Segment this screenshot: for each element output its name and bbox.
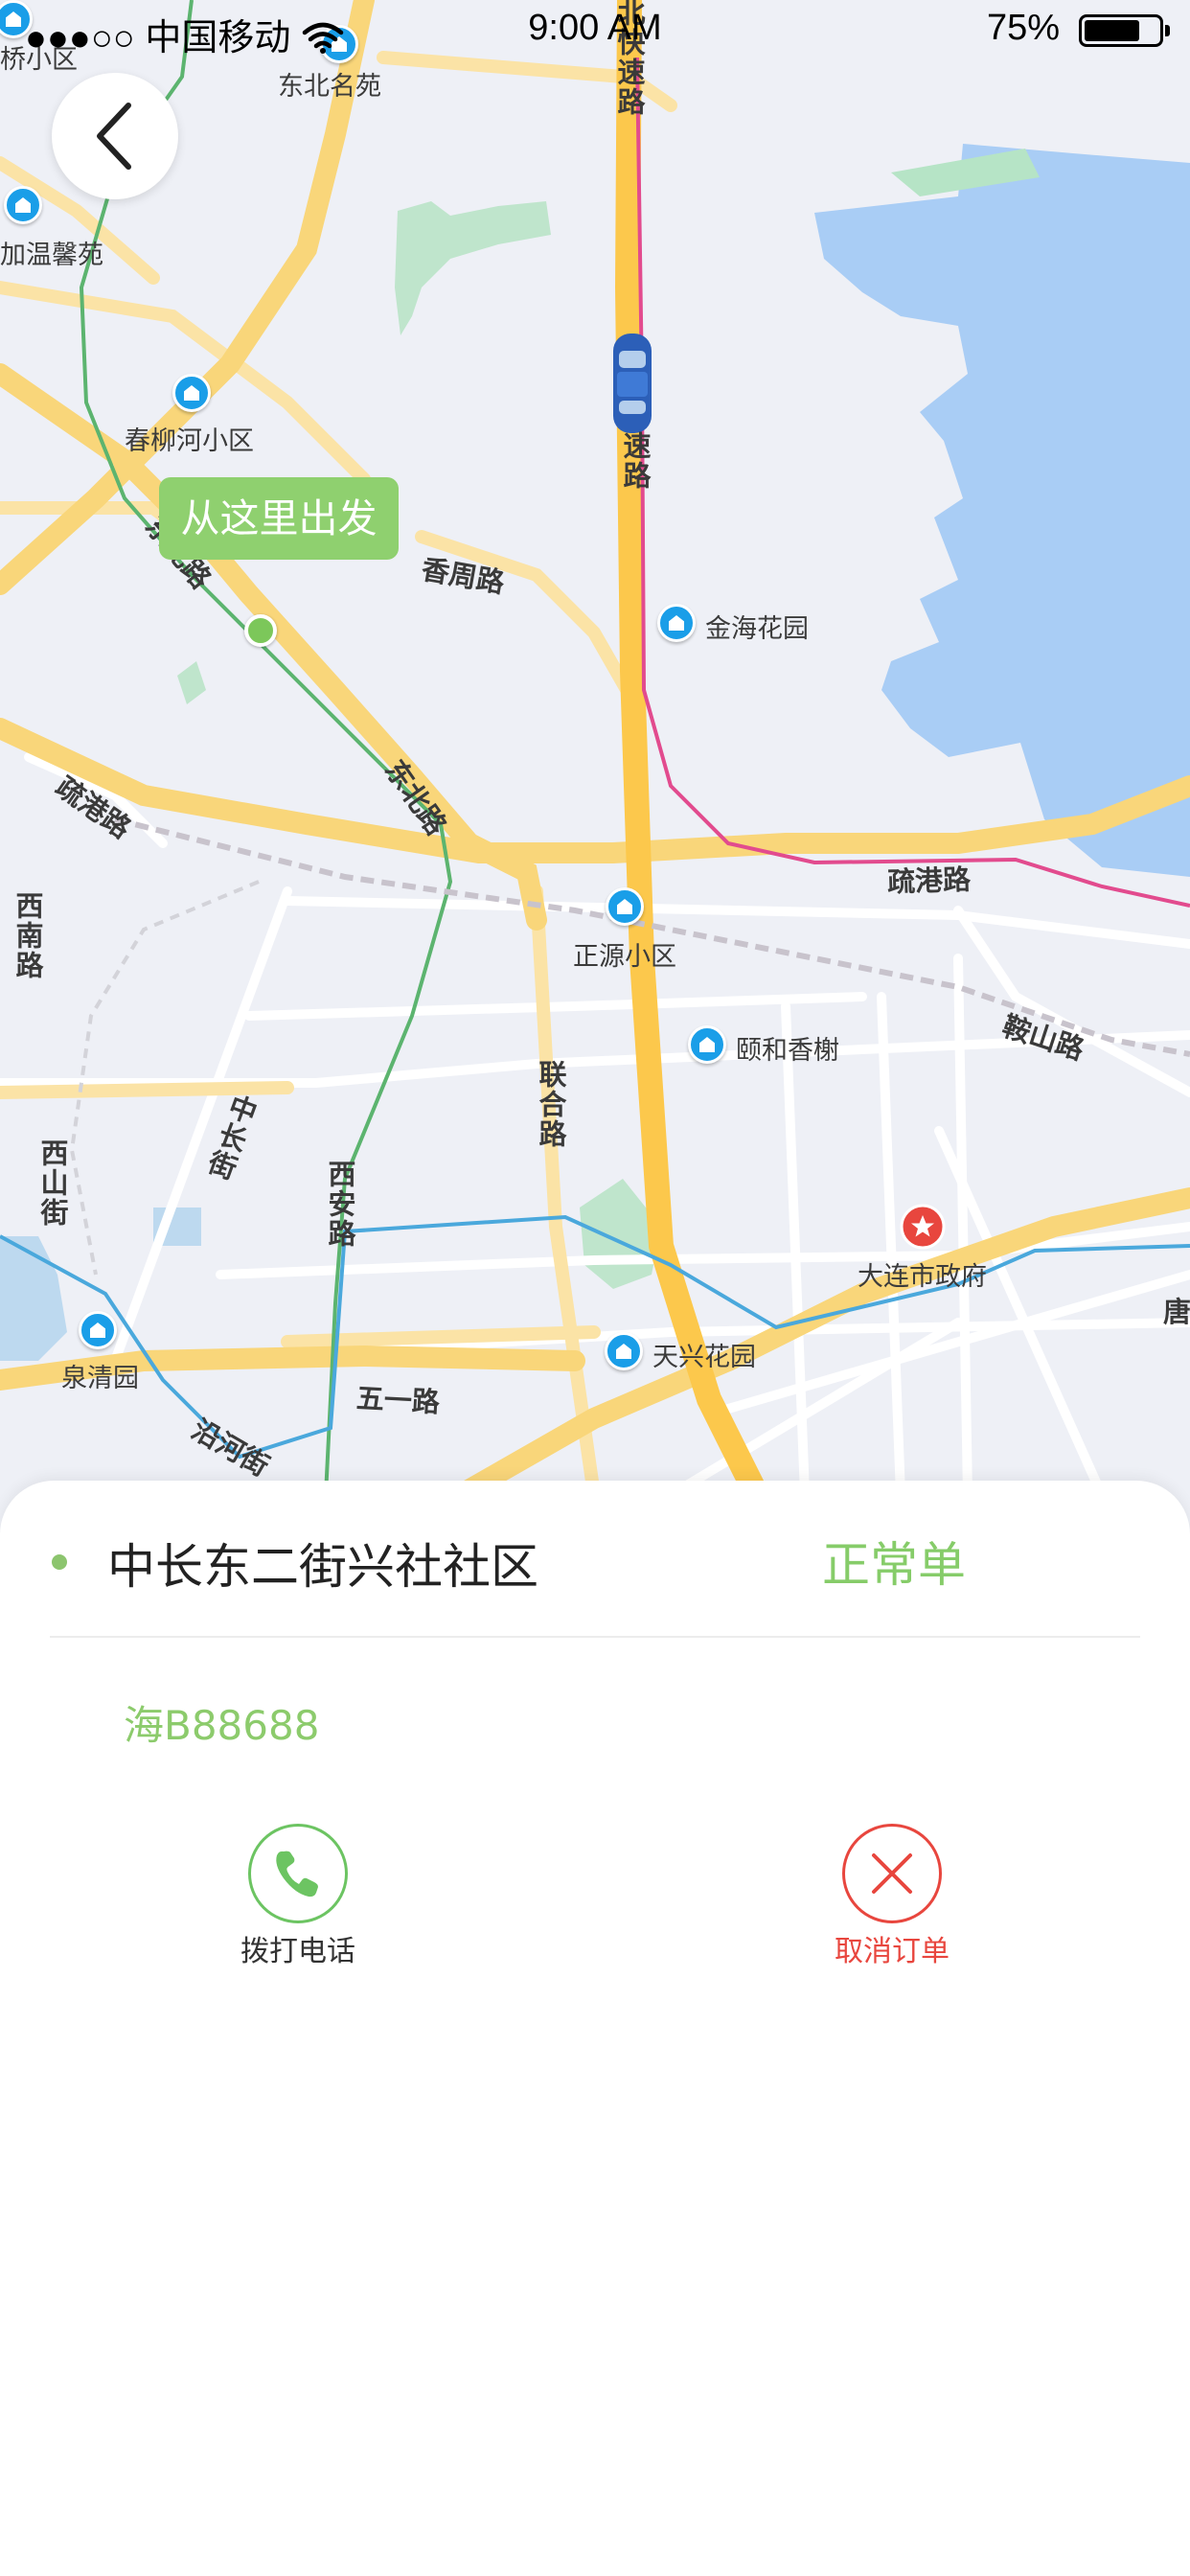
order-type-label: 正常单 [822,1537,966,1593]
poi-label: 东北名苑 [278,72,381,102]
park-small [177,661,206,704]
divider [50,1636,1140,1638]
plate-number: 海B88688 [124,1702,320,1749]
road-label: 西山街 [36,1138,69,1228]
road-label: 五一路 [355,1381,441,1419]
park-north [395,201,551,335]
poi-pin[interactable] [605,1332,643,1370]
poi-label: 春柳河小区 [125,426,254,456]
road-label: 联合路 [535,1060,567,1149]
road-label: 速路 [619,431,652,491]
poi-label: 泉清园 [61,1364,139,1393]
status-bar: ●●●○○ 中国移动 9:00 AM 75% [0,0,1190,59]
poi-label: 颐和香榭 [736,1036,839,1066]
poi-pin[interactable] [79,1311,117,1349]
call-label: 拨打电话 [240,1935,355,1968]
poi-label: 加温馨苑 [0,241,103,270]
road-label: 西南路 [11,891,44,980]
start-point-bubble[interactable]: 从这里出发 [159,477,399,560]
poi-pin[interactable] [606,887,644,926]
screen: 桥小区 东北名苑 加温馨苑 春柳河小区 金海花园 正源小区 颐和香榭 大连市政府… [0,0,1190,2576]
cancel-label: 取消订单 [835,1935,950,1968]
government-marker [900,1204,946,1250]
close-icon [872,1853,912,1894]
cancel-button-circle[interactable] [842,1824,942,1923]
poi-pin[interactable] [657,604,696,642]
poi-pin[interactable] [172,374,211,412]
car-marker [613,334,652,433]
phone-icon [276,1851,318,1898]
start-point-marker [244,614,277,647]
poi-label: 正源小区 [573,942,676,972]
call-phone-button[interactable]: 拨打电话 [183,1824,413,1969]
poi-label: 天兴花园 [652,1343,756,1372]
poi-label: 金海花园 [705,614,809,644]
poi-label: 大连市政府 [858,1262,987,1292]
cancel-order-button[interactable]: 取消订单 [777,1824,1007,1969]
road-label: 唐 [1163,1296,1190,1328]
call-button-circle[interactable] [248,1824,348,1923]
battery-icon [1079,14,1170,47]
destination-dot [52,1554,67,1570]
battery-percentage: 75% [986,8,1060,48]
poi-pin[interactable] [688,1025,726,1064]
sea-area [814,144,1190,877]
map-canvas [0,0,1190,1507]
chevron-left-icon [97,103,131,170]
back-button[interactable] [52,73,178,199]
road-label: 西安路 [324,1160,356,1249]
road-label: 疏港路 [886,862,972,899]
destination-name: 中长东二街兴社社区 [107,1539,538,1595]
poi-pin[interactable] [4,186,42,224]
order-sheet: 中长东二街兴社社区 正常单 海B88688 拨打电话 取消订单 [0,1481,1190,2576]
map-view[interactable]: 桥小区 东北名苑 加温馨苑 春柳河小区 金海花园 正源小区 颐和香榭 大连市政府… [0,0,1190,1533]
